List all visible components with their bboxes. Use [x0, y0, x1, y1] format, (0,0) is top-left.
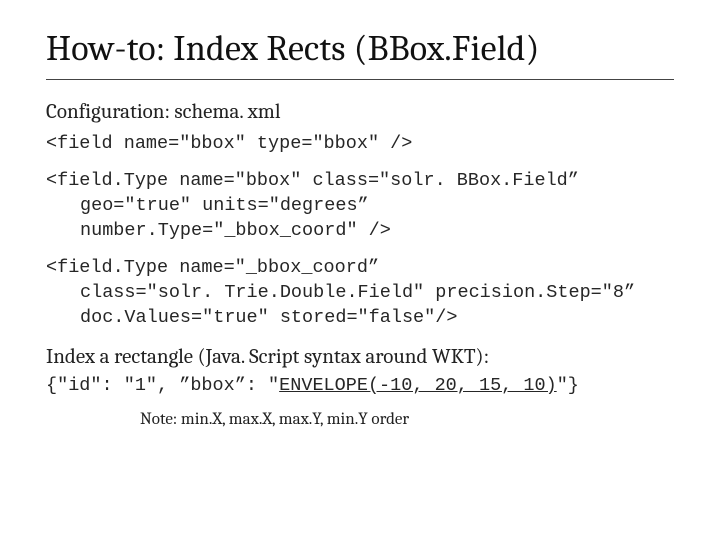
page-title: How-to: Index Rects (BBox.Field): [46, 28, 674, 80]
code-block-field: <field name="bbox" type="bbox" />: [46, 132, 674, 157]
code-line: geo="true" units="degrees”: [46, 194, 674, 219]
code-line: doc.Values="true" stored="false"/>: [46, 306, 674, 331]
config-heading: Configuration: schema. xml: [46, 100, 674, 124]
code-block-fieldtype-coord: <field.Type name="_bbox_coord” class="so…: [46, 256, 674, 331]
wkt-envelope: ENVELOPE(-10, 20, 15, 10): [279, 375, 557, 396]
wkt-pre: {"id": "1", ”bbox”: ": [46, 375, 279, 396]
code-line: <field.Type name="_bbox_coord”: [46, 257, 379, 278]
code-block-fieldtype-bbox: <field.Type name="bbox" class="solr. BBo…: [46, 169, 674, 244]
code-line: number.Type="_bbox_coord" />: [46, 219, 674, 244]
code-line: <field.Type name="bbox" class="solr. BBo…: [46, 170, 579, 191]
wkt-post: "}: [557, 375, 579, 396]
code-line: class="solr. Trie.Double.Field" precisio…: [46, 281, 674, 306]
code-block-wkt: {"id": "1", ”bbox”: "ENVELOPE(-10, 20, 1…: [46, 375, 674, 396]
note-text: Note: min.X, max.X, max.Y, min.Y order: [140, 410, 674, 429]
index-heading: Index a rectangle (Java. Script syntax a…: [46, 345, 674, 369]
